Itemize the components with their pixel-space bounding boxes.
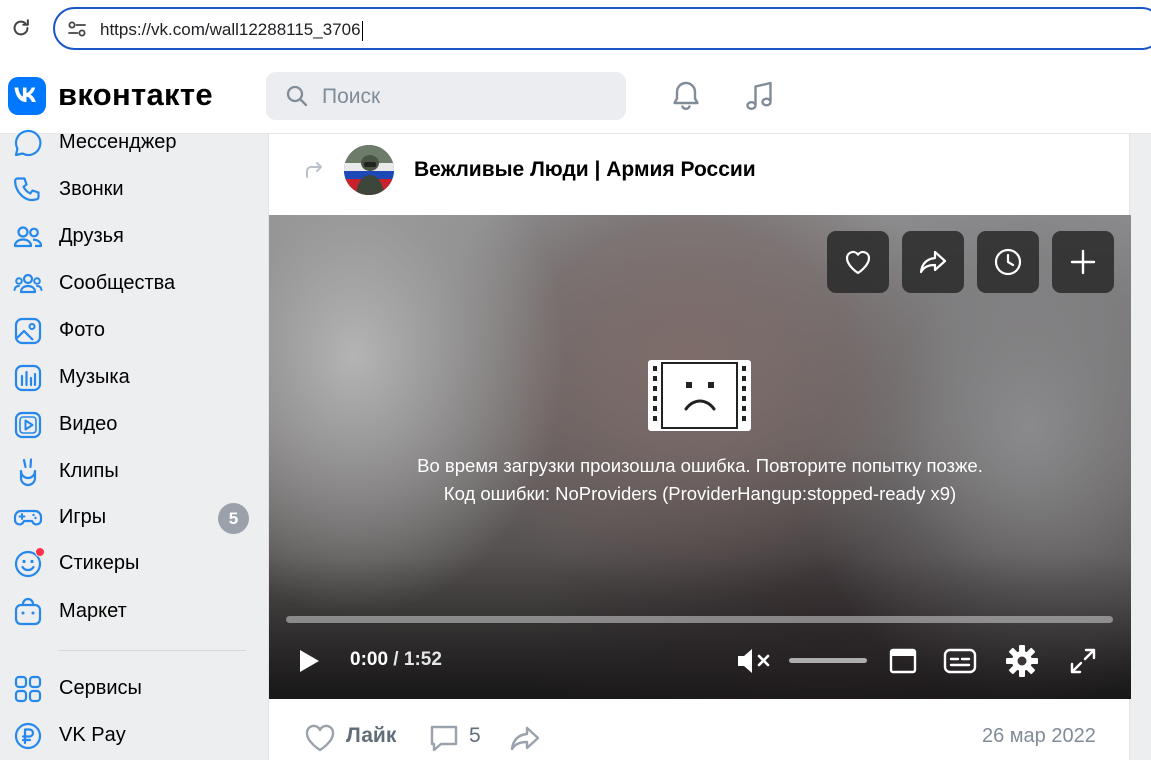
sidebar-item-label: Звонки xyxy=(59,178,124,200)
video-progress-bar[interactable] xyxy=(286,616,1113,623)
sidebar-item-music[interactable]: Музыка xyxy=(0,358,262,398)
video-time: 0:00 / 1:52 xyxy=(350,649,442,671)
messenger-icon xyxy=(14,129,42,157)
sidebar-item-market[interactable]: Маркет xyxy=(0,592,262,632)
sidebar-item-stickers[interactable]: Стикеры xyxy=(0,544,262,584)
share-post-icon[interactable] xyxy=(508,721,542,755)
sidebar-item-label: Маркет xyxy=(59,600,127,622)
friends-icon xyxy=(13,226,43,248)
market-icon xyxy=(14,597,42,626)
sidebar-item-label: Игры xyxy=(59,506,107,528)
notification-dot xyxy=(35,547,45,557)
reload-icon[interactable] xyxy=(10,17,32,39)
video-watch-later-button[interactable] xyxy=(977,231,1039,293)
url-text[interactable]: https://vk.com/wall12288115_3706 xyxy=(100,20,363,41)
sidebar-item-calls[interactable]: Звонки xyxy=(0,170,262,210)
post-author-name[interactable]: Вежливые Люди | Армия России xyxy=(414,158,756,182)
sidebar-item-friends[interactable]: Друзья xyxy=(0,217,262,257)
vkpay-icon xyxy=(14,722,42,750)
sidebar-item-label: VK Pay xyxy=(59,724,126,746)
video-like-button[interactable] xyxy=(827,231,889,293)
video-player[interactable]: Во время загрузки произошла ошибка. Повт… xyxy=(269,215,1131,699)
volume-muted-icon[interactable] xyxy=(735,646,775,676)
sidebar-item-messenger[interactable]: Мессенджер xyxy=(0,123,262,163)
sidebar-item-label: Видео xyxy=(59,413,118,435)
sidebar-item-label: Сервисы xyxy=(59,677,142,699)
sidebar-item-label: Стикеры xyxy=(59,552,140,574)
error-code: Код ошибки: NoProviders (ProviderHangup:… xyxy=(443,483,957,504)
sidebar-item-label: Мессенджер xyxy=(59,131,177,153)
add-icon xyxy=(1070,249,1096,275)
like-button-label[interactable]: Лайк xyxy=(346,724,396,748)
games-count-badge: 5 xyxy=(218,503,249,534)
watch-later-icon xyxy=(994,248,1022,276)
phone-icon xyxy=(14,177,40,202)
video-share-button[interactable] xyxy=(902,231,964,293)
sidebar-item-label: Сообщества xyxy=(59,272,176,294)
left-sidebar: Мессенджер Звонки Друзья Сообщества Фото… xyxy=(0,129,262,760)
heart-icon xyxy=(845,250,871,275)
sidebar-item-games[interactable]: Игры 5 xyxy=(0,498,262,538)
vk-logo-icon[interactable] xyxy=(8,77,46,115)
post-actions: Лайк 5 26 мар 2022 xyxy=(269,699,1131,760)
current-time: 0:00 xyxy=(350,649,389,670)
error-message: Во время загрузки произошла ошибка. Повт… xyxy=(417,455,983,476)
search-icon xyxy=(286,85,308,107)
like-heart-icon[interactable] xyxy=(303,721,337,755)
sidebar-divider xyxy=(59,650,246,651)
address-bar[interactable]: https://vk.com/wall12288115_3706 xyxy=(53,7,1151,50)
settings-gear-icon[interactable] xyxy=(1005,644,1039,678)
volume-slider[interactable] xyxy=(789,658,867,663)
clips-icon xyxy=(19,458,37,487)
search-input[interactable]: Поиск xyxy=(266,72,626,120)
site-settings-icon[interactable] xyxy=(67,19,87,39)
video-add-button[interactable] xyxy=(1052,231,1114,293)
time-separator: / xyxy=(388,649,404,670)
vk-wordmark[interactable]: вконтакте xyxy=(58,77,213,113)
comments-count[interactable]: 5 xyxy=(469,724,481,748)
sidebar-item-label: Клипы xyxy=(59,460,119,482)
browser-toolbar: https://vk.com/wall12288115_3706 xyxy=(0,0,1151,58)
miniplayer-icon[interactable] xyxy=(889,647,917,675)
communities-icon xyxy=(13,273,43,294)
sidebar-item-label: Фото xyxy=(59,319,105,341)
music-note-icon[interactable] xyxy=(742,78,778,114)
sidebar-item-vkpay[interactable]: VK Pay xyxy=(0,716,262,756)
play-icon[interactable] xyxy=(297,647,321,675)
sidebar-item-label: Друзья xyxy=(59,225,124,247)
sidebar-item-clips[interactable]: Клипы xyxy=(0,452,262,492)
comment-icon[interactable] xyxy=(427,721,461,755)
video-icon xyxy=(14,411,42,439)
player-gradient xyxy=(269,555,1131,699)
author-avatar[interactable] xyxy=(344,145,394,195)
sidebar-item-video[interactable]: Видео xyxy=(0,405,262,445)
games-icon xyxy=(13,509,43,526)
sad-film-icon xyxy=(648,360,751,431)
sidebar-item-services[interactable]: Сервисы xyxy=(0,669,262,709)
services-icon xyxy=(14,675,42,703)
total-time: 1:52 xyxy=(403,649,442,670)
fullscreen-icon[interactable] xyxy=(1069,647,1097,675)
photo-icon xyxy=(14,317,42,345)
music-icon xyxy=(14,364,42,392)
search-placeholder: Поиск xyxy=(322,85,381,108)
post-date[interactable]: 26 мар 2022 xyxy=(982,725,1096,748)
wall-post: Вежливые Люди | Армия России Во время за… xyxy=(268,134,1131,760)
text-caret xyxy=(361,20,363,41)
sidebar-item-communities[interactable]: Сообщества xyxy=(0,264,262,304)
sidebar-item-label: Музыка xyxy=(59,366,130,388)
subtitles-icon[interactable] xyxy=(943,647,977,675)
share-icon xyxy=(919,250,947,274)
sidebar-item-photo[interactable]: Фото xyxy=(0,311,262,351)
repost-icon xyxy=(306,162,322,178)
bell-icon[interactable] xyxy=(668,78,704,114)
